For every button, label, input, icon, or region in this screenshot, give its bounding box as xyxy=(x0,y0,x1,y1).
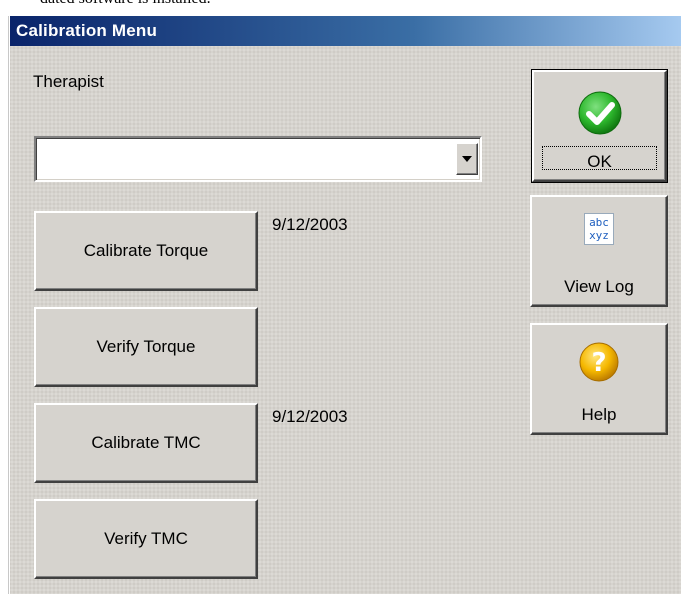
background-caption: dated software is installed. xyxy=(40,0,340,8)
verify-torque-button[interactable]: Verify Torque xyxy=(34,307,258,387)
window-title: Calibration Menu xyxy=(16,21,158,40)
abc-xyz-icon-line2: xyz xyxy=(589,229,609,242)
view-log-label: View Log xyxy=(564,277,634,296)
ok-label: OK xyxy=(587,152,612,171)
calibrate-tmc-label: Calibrate TMC xyxy=(91,433,201,452)
question-icon: ? xyxy=(579,342,619,382)
calibration-window: Calibration Menu Therapist Calibrate Tor… xyxy=(9,16,681,594)
therapist-dropdown[interactable] xyxy=(34,136,482,182)
dropdown-arrow-button[interactable] xyxy=(456,143,478,175)
title-bar[interactable]: Calibration Menu xyxy=(10,16,681,46)
calibrate-torque-button[interactable]: Calibrate Torque xyxy=(34,211,258,291)
help-label: Help xyxy=(581,405,617,424)
abc-xyz-icon: abc xyz xyxy=(584,213,614,245)
verify-torque-label: Verify Torque xyxy=(96,337,196,356)
calibrate-tmc-button[interactable]: Calibrate TMC xyxy=(34,403,258,483)
abc-xyz-icon-line1: abc xyxy=(589,216,609,229)
calibrate-torque-label: Calibrate Torque xyxy=(83,241,209,260)
verify-tmc-label: Verify TMC xyxy=(104,529,188,548)
svg-text:?: ? xyxy=(591,348,606,378)
calibrate-torque-date: 9/12/2003 xyxy=(272,215,348,234)
help-button[interactable]: ? Help xyxy=(530,323,668,435)
ok-button[interactable]: OK xyxy=(531,69,668,183)
chevron-down-icon xyxy=(462,156,472,162)
checkmark-icon xyxy=(578,91,621,135)
view-log-button[interactable]: abc xyz View Log xyxy=(530,195,668,307)
calibrate-tmc-date: 9/12/2003 xyxy=(272,407,348,426)
verify-tmc-button[interactable]: Verify TMC xyxy=(34,499,258,579)
therapist-label: Therapist xyxy=(33,72,104,91)
